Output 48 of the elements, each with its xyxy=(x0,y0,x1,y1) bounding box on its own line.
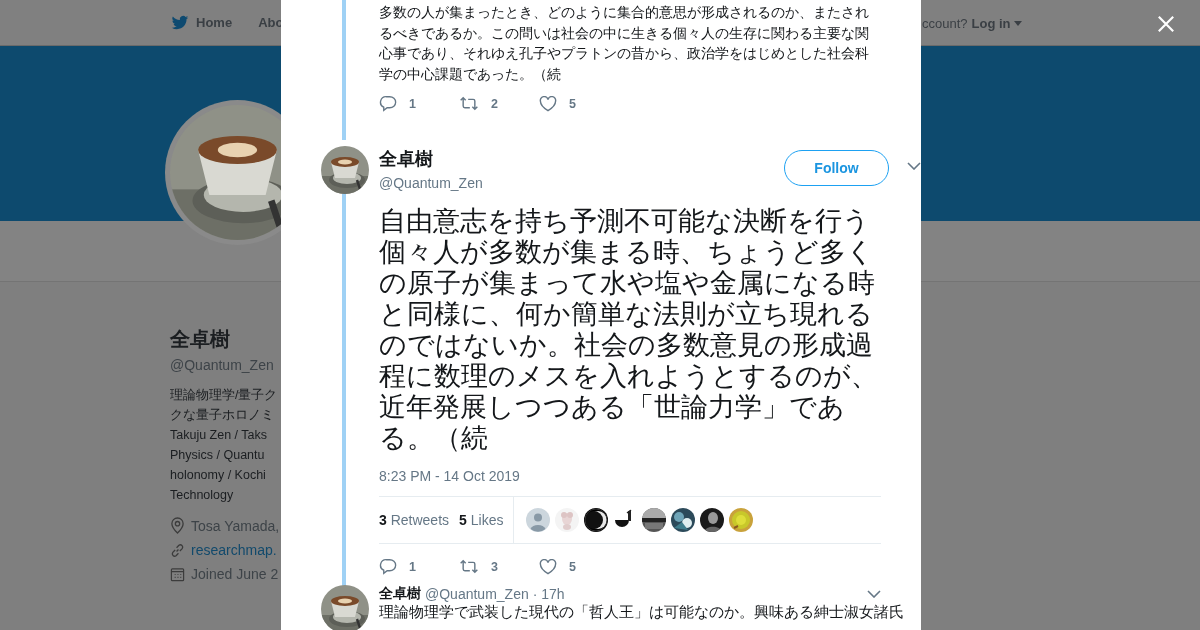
retweet-button[interactable]: 2 xyxy=(459,95,539,112)
login-link[interactable]: Log in xyxy=(971,15,1022,31)
retweets-count[interactable]: 3 Retweets xyxy=(379,512,450,528)
reply-icon xyxy=(379,95,397,112)
calendar-icon xyxy=(170,566,185,582)
like-button[interactable]: 5 xyxy=(539,95,619,112)
user-name[interactable]: 全卓樹 xyxy=(379,585,421,603)
tweet-text: 自由意志を持ち予測不可能な決断を行う個々人が多数が集まる時、ちょうど多くの原子が集まって水や塩や金属になる時と同様に、何か簡単な法則が立ち現れるのではないか。社会の多数意見の形成過程に数理のメスを入れようとするのが、近年発展しつつある「世論力学」である。（続 xyxy=(379,206,879,454)
account-prompt: ccount? xyxy=(922,15,968,31)
retweet-button[interactable]: 3 xyxy=(459,558,539,575)
close-icon[interactable] xyxy=(1157,15,1175,33)
user-name[interactable]: 全卓樹 xyxy=(379,147,784,171)
nav-link[interactable]: Home xyxy=(170,13,233,32)
profile-bio-line: クな量子ホロノミ xyxy=(170,407,275,424)
profile-name: 全卓樹 xyxy=(170,327,231,352)
user-avatar[interactable] xyxy=(321,146,369,194)
profile-bio-line: Technology xyxy=(170,487,235,504)
profile-joined-date: Joined June 2 xyxy=(191,566,279,582)
profile-location: Tosa Yamada, xyxy=(191,517,280,534)
user-handle[interactable]: @Quantum_Zen xyxy=(425,586,529,602)
reply-icon xyxy=(379,558,397,575)
profile-bio-line: Physics / Quantu xyxy=(170,447,266,464)
tweet-timestamp[interactable]: 8:23 PM - 14 Oct 2019 xyxy=(379,468,921,484)
chevron-icon[interactable] xyxy=(867,590,881,598)
chevron-icon[interactable] xyxy=(907,162,921,170)
retweet-icon xyxy=(459,95,479,112)
location-icon xyxy=(170,517,185,534)
profile-website-link[interactable]: researchmap. xyxy=(191,542,277,558)
profile-bio-line: 理論物理学/量子ク xyxy=(170,387,279,404)
profile-bio-line: Takuju Zen / Taks xyxy=(170,427,269,444)
link-icon xyxy=(170,542,185,558)
profile-handle: @Quantum_Zen xyxy=(170,357,275,373)
profile-bio-line: holonomy / Kochi xyxy=(170,467,267,484)
follow-button[interactable]: Follow xyxy=(784,150,889,186)
user-handle[interactable]: @Quantum_Zen xyxy=(379,175,784,191)
reply-button[interactable]: 1 xyxy=(379,558,459,575)
tweet-time[interactable]: · 17h xyxy=(532,586,565,602)
bird-icon xyxy=(170,13,190,32)
heart-icon xyxy=(539,558,557,575)
tweet-text: 多数の人が集まったとき、どのように集合的意思が形成されるのか、またされるべきであるか。この問いは社会の中に生きる個々人の生存に関わる主要な関心事であり、それゆえ孔子やプラトンの昔から、政治学をはじめとした社会科学の中心課題であった。（続 xyxy=(379,3,870,84)
tweet-text: 理論物理学で武装した現代の「哲人王」は可能なのか。興味ある紳士淑女諸氏 xyxy=(379,603,904,620)
default-avatar-icon[interactable] xyxy=(526,508,551,532)
reply-button[interactable]: 1 xyxy=(379,95,459,112)
retweet-icon xyxy=(459,558,479,575)
likes-count[interactable]: 5 Likes xyxy=(459,512,504,528)
heart-icon xyxy=(539,95,557,112)
like-button[interactable]: 5 xyxy=(539,558,619,575)
caret-icon xyxy=(1013,20,1022,26)
